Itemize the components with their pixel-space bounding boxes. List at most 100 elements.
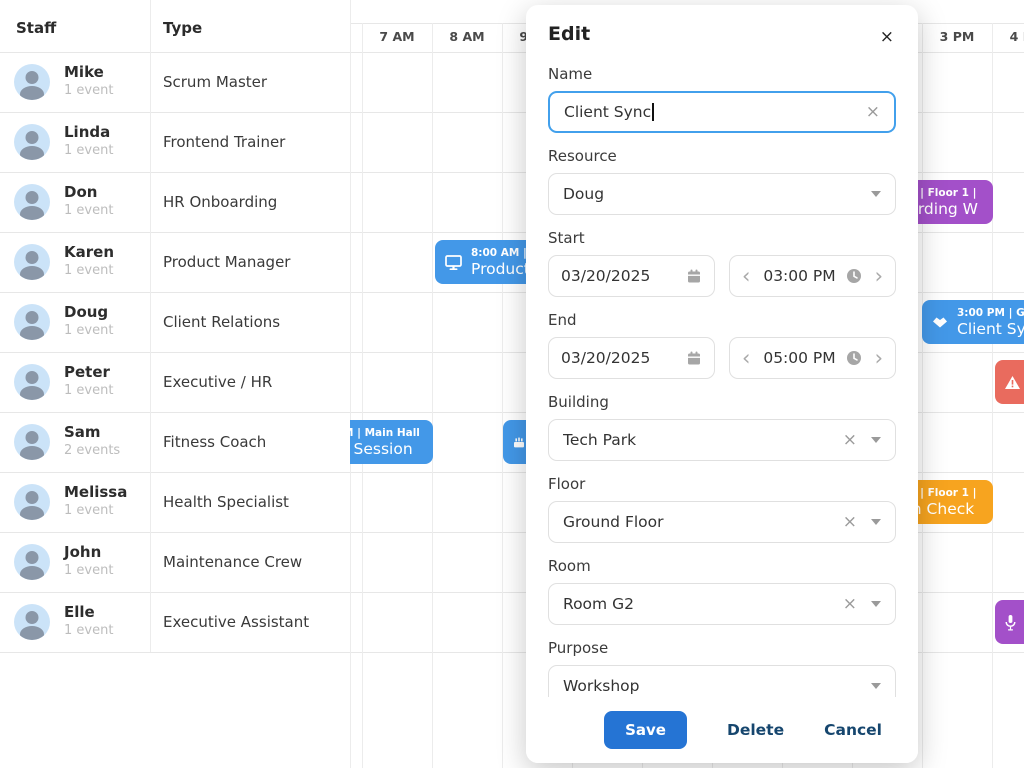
event-chip[interactable]: [995, 360, 1024, 404]
staff-type: Scrum Master: [163, 73, 267, 91]
staff-event-count: 1 event: [64, 383, 113, 398]
staff-type: Executive Assistant: [163, 613, 309, 631]
modal-footer: Save Delete Cancel: [526, 697, 918, 763]
avatar: [14, 124, 50, 160]
staff-name: Don: [64, 183, 97, 201]
time-next-icon[interactable]: ›: [875, 348, 883, 369]
staff-row: Karen 1 event Product Manager: [0, 232, 350, 292]
event-meta: 3:00 PM | Ground Floor |: [957, 306, 1024, 320]
purpose-select[interactable]: Workshop: [548, 665, 896, 697]
clock-icon[interactable]: [846, 350, 862, 366]
floor-select[interactable]: Ground Floor ×: [548, 501, 896, 543]
time-next-icon[interactable]: ›: [875, 266, 883, 287]
event-title: Client Sync: [957, 320, 1024, 339]
text-caret: [652, 103, 654, 121]
cake-icon: [512, 435, 526, 449]
time-prev-icon[interactable]: ‹: [742, 348, 750, 369]
staff-name: Mike: [64, 63, 104, 81]
delete-button[interactable]: Delete: [727, 721, 784, 739]
staff-row: John 1 event Maintenance Crew: [0, 532, 350, 592]
start-date-input[interactable]: 03/20/2025: [548, 255, 715, 297]
hour-label: 3 PM: [922, 29, 992, 53]
floor-value: Ground Floor: [563, 513, 843, 531]
chevron-down-icon[interactable]: [871, 519, 881, 525]
staff-row: Linda 1 event Frontend Trainer: [0, 112, 350, 172]
end-time-input[interactable]: ‹ 05:00 PM ›: [729, 337, 896, 379]
avatar: [14, 304, 50, 340]
hour-gridline: [362, 23, 363, 768]
resource-label: Resource: [548, 147, 896, 165]
floor-label: Floor: [548, 475, 896, 493]
building-select[interactable]: Tech Park ×: [548, 419, 896, 461]
staff-name: John: [64, 543, 101, 561]
staff-type: HR Onboarding: [163, 193, 277, 211]
hour-gridline: [922, 23, 923, 768]
chevron-down-icon[interactable]: [871, 191, 881, 197]
clear-building-icon[interactable]: ×: [843, 432, 857, 449]
staff-name: Melissa: [64, 483, 127, 501]
staff-name: Elle: [64, 603, 95, 621]
hour-label: 4 PM: [992, 29, 1024, 53]
staff-row: Sam 2 events Fitness Coach: [0, 412, 350, 472]
room-value: Room G2: [563, 595, 843, 613]
staff-row: Don 1 event HR Onboarding: [0, 172, 350, 232]
hour-gridline: [992, 23, 993, 768]
start-label: Start: [548, 229, 896, 247]
event-chip[interactable]: [995, 600, 1024, 644]
start-time-value: 03:00 PM: [763, 267, 835, 285]
start-time-input[interactable]: ‹ 03:00 PM ›: [729, 255, 896, 297]
staff-event-count: 1 event: [64, 563, 113, 578]
staff-row: Peter 1 event Executive / HR: [0, 352, 350, 412]
avatar: [14, 64, 50, 100]
save-button[interactable]: Save: [604, 711, 687, 749]
staff-name: Linda: [64, 123, 110, 141]
start-date-value: 03/20/2025: [561, 267, 686, 285]
staff-row: Doug 1 event Client Relations: [0, 292, 350, 352]
staff-type: Frontend Trainer: [163, 133, 285, 151]
purpose-value: Workshop: [563, 677, 857, 695]
hour-gridline: [502, 23, 503, 768]
calendar-icon[interactable]: [686, 268, 702, 284]
hour-label: 7 AM: [362, 29, 432, 53]
clear-room-icon[interactable]: ×: [843, 596, 857, 613]
event-chip[interactable]: 3:00 PM | Ground Floor | Client Sync: [922, 300, 1024, 344]
staff-type: Product Manager: [163, 253, 290, 271]
purpose-label: Purpose: [548, 639, 896, 657]
event-chip[interactable]: 6:00 AM | Main Hall Yoga Session: [350, 420, 433, 464]
staff-event-count: 1 event: [64, 203, 113, 218]
cancel-button[interactable]: Cancel: [824, 721, 882, 739]
chevron-down-icon[interactable]: [871, 437, 881, 443]
clear-floor-icon[interactable]: ×: [843, 514, 857, 531]
staff-name: Sam: [64, 423, 101, 441]
clear-name-icon[interactable]: ×: [866, 104, 880, 121]
room-label: Room: [548, 557, 896, 575]
staff-type: Fitness Coach: [163, 433, 266, 451]
room-select[interactable]: Room G2 ×: [548, 583, 896, 625]
staff-column-header: Staff: [16, 0, 56, 52]
close-icon[interactable]: ×: [880, 29, 894, 46]
type-column-header: Type: [163, 0, 202, 52]
time-prev-icon[interactable]: ‹: [742, 266, 750, 287]
event-meta: 6:00 AM | Main Hall: [350, 426, 420, 440]
scheduler-app: Staff Type Mike 1 event Scrum Master Lin…: [0, 0, 1024, 768]
staff-event-count: 1 event: [64, 263, 113, 278]
avatar: [14, 364, 50, 400]
staff-name: Doug: [64, 303, 108, 321]
name-value[interactable]: Client Sync: [564, 103, 866, 121]
name-input[interactable]: Client Sync ×: [548, 91, 896, 133]
end-time-value: 05:00 PM: [763, 349, 835, 367]
end-date-input[interactable]: 03/20/2025: [548, 337, 715, 379]
clock-icon[interactable]: [846, 268, 862, 284]
staff-type: Maintenance Crew: [163, 553, 302, 571]
staff-row: Melissa 1 event Health Specialist: [0, 472, 350, 532]
resource-select[interactable]: Doug: [548, 173, 896, 215]
calendar-icon[interactable]: [686, 350, 702, 366]
chevron-down-icon[interactable]: [871, 683, 881, 689]
staff-event-count: 1 event: [64, 83, 113, 98]
chevron-down-icon[interactable]: [871, 601, 881, 607]
staff-event-count: 1 event: [64, 503, 113, 518]
staff-event-count: 1 event: [64, 143, 113, 158]
avatar: [14, 184, 50, 220]
staff-event-count: 1 event: [64, 323, 113, 338]
avatar: [14, 244, 50, 280]
